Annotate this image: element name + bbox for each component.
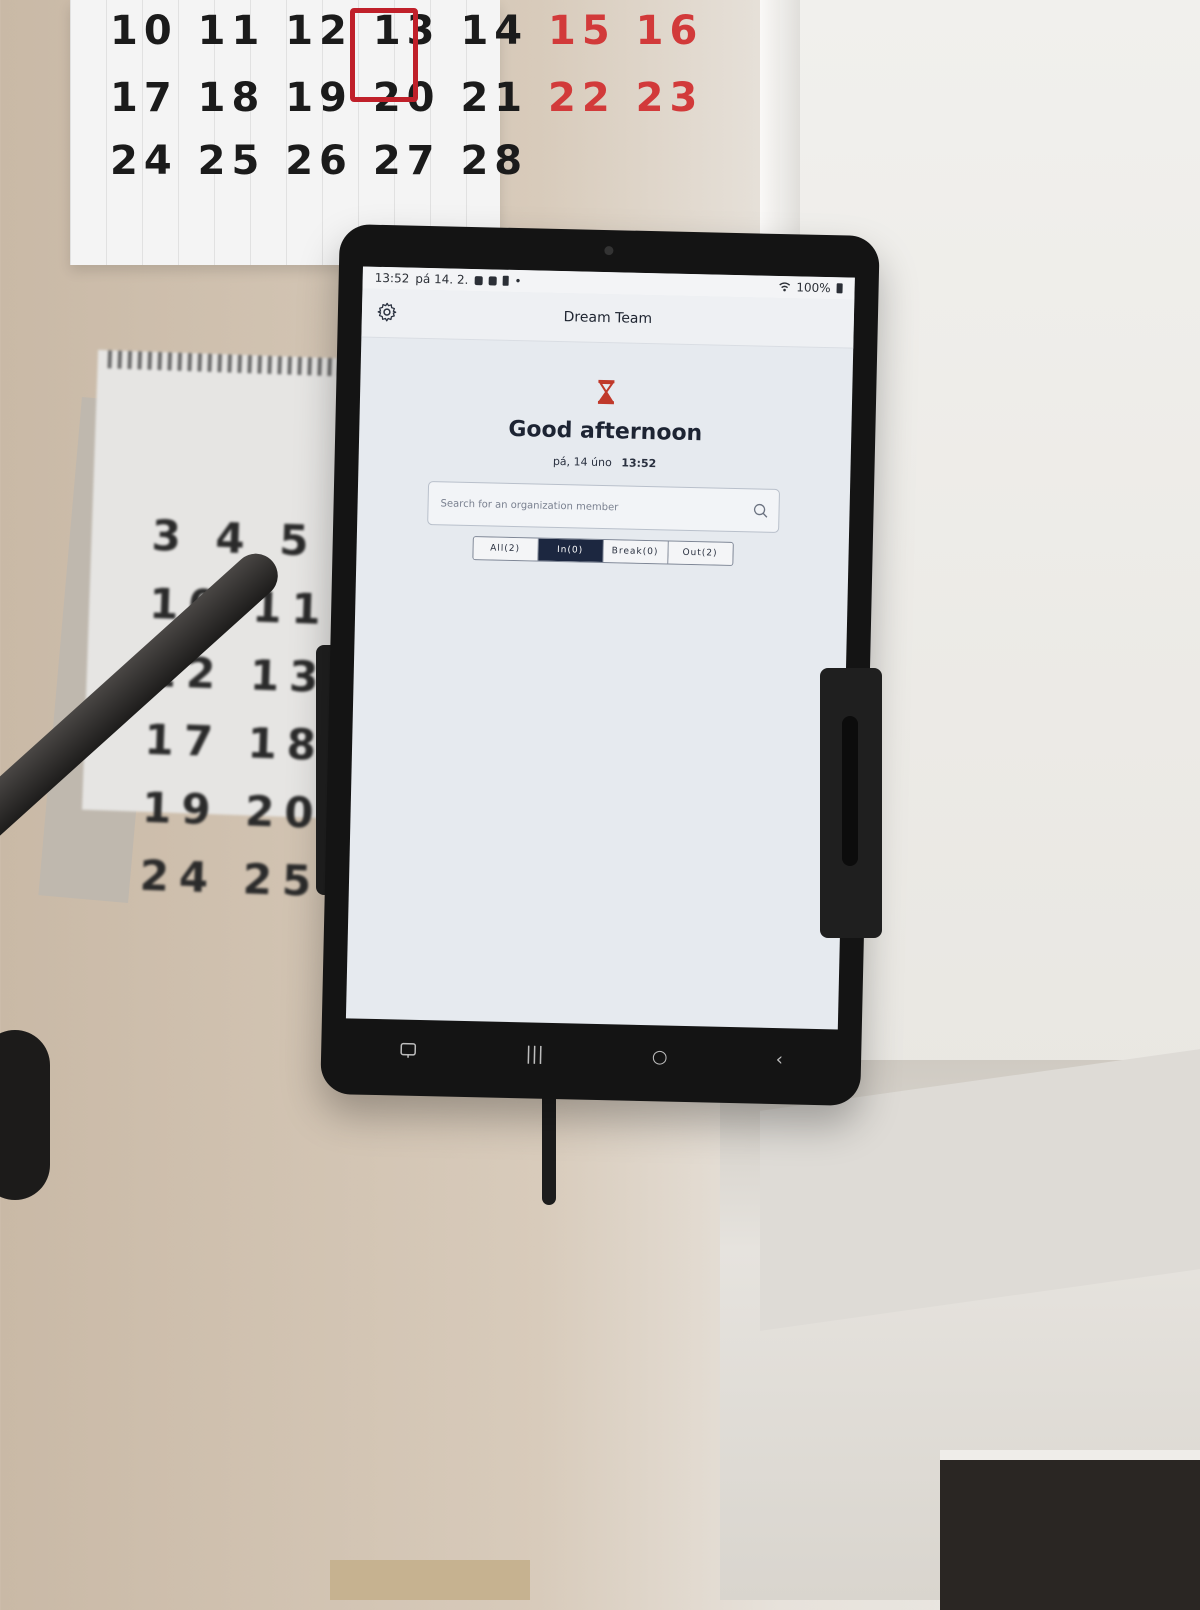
tab-in[interactable]: In(0) xyxy=(538,539,603,562)
recent-apps-icon[interactable]: ||| xyxy=(525,1043,544,1064)
more-notifications-icon: • xyxy=(514,274,521,288)
tab-break[interactable]: Break(0) xyxy=(603,540,668,563)
status-filter-tabs: All(2) In(0) Break(0) Out(2) xyxy=(472,536,733,566)
search-input[interactable] xyxy=(438,497,752,517)
gear-icon[interactable] xyxy=(376,301,398,323)
mount-joint xyxy=(0,1030,50,1200)
camera-icon xyxy=(604,246,613,255)
wifi-icon xyxy=(778,282,790,292)
floor-box xyxy=(330,1560,530,1600)
date-time-line: pá, 14 úno 13:52 xyxy=(359,450,851,474)
cabinet xyxy=(940,1450,1200,1610)
tab-out[interactable]: Out(2) xyxy=(668,542,732,565)
holder-clamp-right xyxy=(820,668,882,938)
search-icon[interactable] xyxy=(752,502,768,518)
calendar-row: 24 25 26 27 28 xyxy=(110,138,528,184)
current-date: pá, 14 úno xyxy=(553,455,612,469)
calendar-date-marker xyxy=(350,8,418,102)
notification-icon xyxy=(474,276,482,285)
greeting-heading: Good afternoon xyxy=(359,413,851,449)
tab-all[interactable]: All(2) xyxy=(473,537,538,560)
usb-cable xyxy=(542,1085,556,1205)
battery-level: 100% xyxy=(796,280,831,295)
battery-icon xyxy=(836,283,842,293)
search-box[interactable] xyxy=(427,481,780,533)
main-content: Good afternoon pá, 14 úno 13:52 All(2) I… xyxy=(356,338,853,569)
app-title: Dream Team xyxy=(563,309,652,327)
status-time: 13:52 xyxy=(375,271,410,286)
back-icon[interactable]: ‹ xyxy=(776,1049,784,1070)
current-time: 13:52 xyxy=(621,456,656,470)
screen-share-icon[interactable] xyxy=(399,1042,417,1060)
tablet-device: 13:52 pá 14. 2. • 100% xyxy=(320,224,880,1106)
system-nav-bar: ||| ○ ‹ xyxy=(345,1024,838,1085)
tablet-screen: 13:52 pá 14. 2. • 100% xyxy=(346,267,855,1030)
status-date: pá 14. 2. xyxy=(415,272,468,287)
battery-saver-icon xyxy=(502,276,508,286)
home-icon[interactable]: ○ xyxy=(652,1046,668,1067)
hourglass-icon xyxy=(595,379,618,405)
account-icon xyxy=(488,276,496,285)
